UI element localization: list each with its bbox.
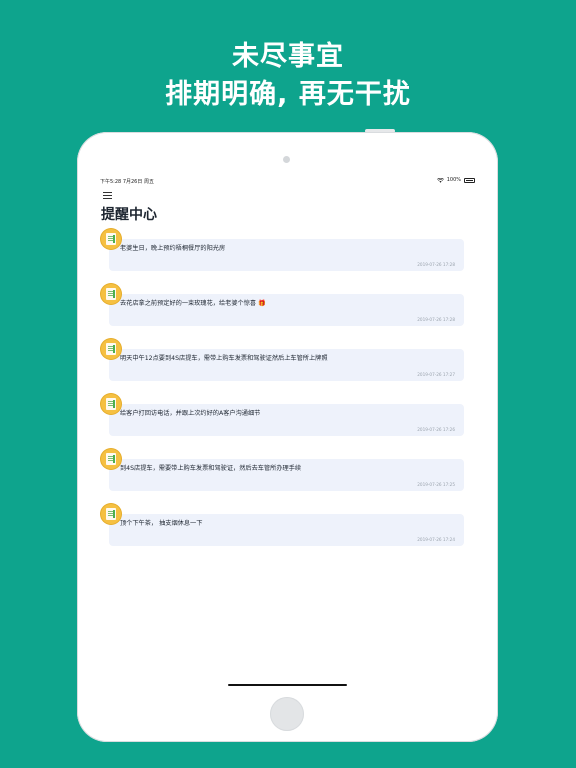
notepad-icon: [101, 504, 121, 524]
reminder-item[interactable]: 明天中午12点要到4S店提车，需带上购车发票和驾驶证然后上车管所上牌照 2019…: [101, 339, 473, 381]
reminder-text: 明天中午12点要到4S店提车，需带上购车发票和驾驶证然后上车管所上牌照: [120, 355, 328, 362]
app-screen: 下午5:28 7月26日 周五 100% 提醒中心 老婆生日，晚上预约梧桐餐厅的…: [94, 175, 481, 694]
battery-percent: 100%: [446, 177, 461, 183]
tablet-frame: 下午5:28 7月26日 周五 100% 提醒中心 老婆生日，晚上预约梧桐餐厅的…: [77, 132, 498, 742]
reminder-text: 老婆生日，晚上预约梧桐餐厅的阳光房: [120, 245, 226, 252]
reminder-date: 2019-07-26 17:28: [417, 317, 455, 322]
reminder-date: 2019-07-26 17:28: [417, 262, 455, 267]
home-button[interactable]: [270, 697, 304, 731]
reminder-item[interactable]: 给客户打回访电话，并跟上次约好的A客户沟通细节 2019-07-26 17:26: [101, 394, 473, 436]
reminder-item[interactable]: 去花店拿之前预定好的一束玫瑰花，给老婆个惊喜 🎁 2019-07-26 17:2…: [101, 284, 473, 326]
reminder-date: 2019-07-26 17:27: [417, 372, 455, 377]
wifi-icon: [436, 177, 444, 183]
reminder-date: 2019-07-26 17:26: [417, 427, 455, 432]
status-time-date: 下午5:28 7月26日 周五: [100, 179, 154, 185]
home-indicator[interactable]: [228, 684, 347, 686]
reminder-item[interactable]: 到4S店提车，需要带上购车发票和驾驶证，然后去车管所办理手续 2019-07-2…: [101, 449, 473, 491]
promo-subheadline: 排期明确, 再无干扰: [165, 79, 411, 110]
notepad-icon: [101, 229, 121, 249]
notepad-icon: [101, 449, 121, 469]
status-right-group: 100%: [436, 177, 475, 183]
status-bar: 下午5:28 7月26日 周五 100%: [94, 175, 481, 187]
page-title: 提醒中心: [101, 207, 157, 223]
reminder-text: 给客户打回访电话，并跟上次约好的A客户沟通细节: [120, 410, 261, 417]
notepad-icon: [101, 394, 121, 414]
reminder-item[interactable]: 老婆生日，晚上预约梧桐餐厅的阳光房 2019-07-26 17:28: [101, 229, 473, 271]
reminder-text: 顶个下午茶， 抽支烟休息一下: [120, 520, 203, 527]
reminder-text: 到4S店提车，需要带上购车发票和驾驶证，然后去车管所办理手续: [120, 465, 302, 472]
battery-icon: [464, 177, 475, 183]
reminder-text: 去花店拿之前预定好的一束玫瑰花，给老婆个惊喜 🎁: [120, 300, 266, 307]
hamburger-menu-icon[interactable]: [103, 192, 112, 199]
notepad-icon: [101, 284, 121, 304]
reminder-item[interactable]: 顶个下午茶， 抽支烟休息一下 2019-07-26 17:24: [101, 504, 473, 546]
front-camera: [283, 156, 290, 163]
promo-headline: 未尽事宜: [232, 41, 344, 72]
reminder-date: 2019-07-26 17:25: [417, 482, 455, 487]
reminder-date: 2019-07-26 17:24: [417, 537, 455, 542]
notepad-icon: [101, 339, 121, 359]
